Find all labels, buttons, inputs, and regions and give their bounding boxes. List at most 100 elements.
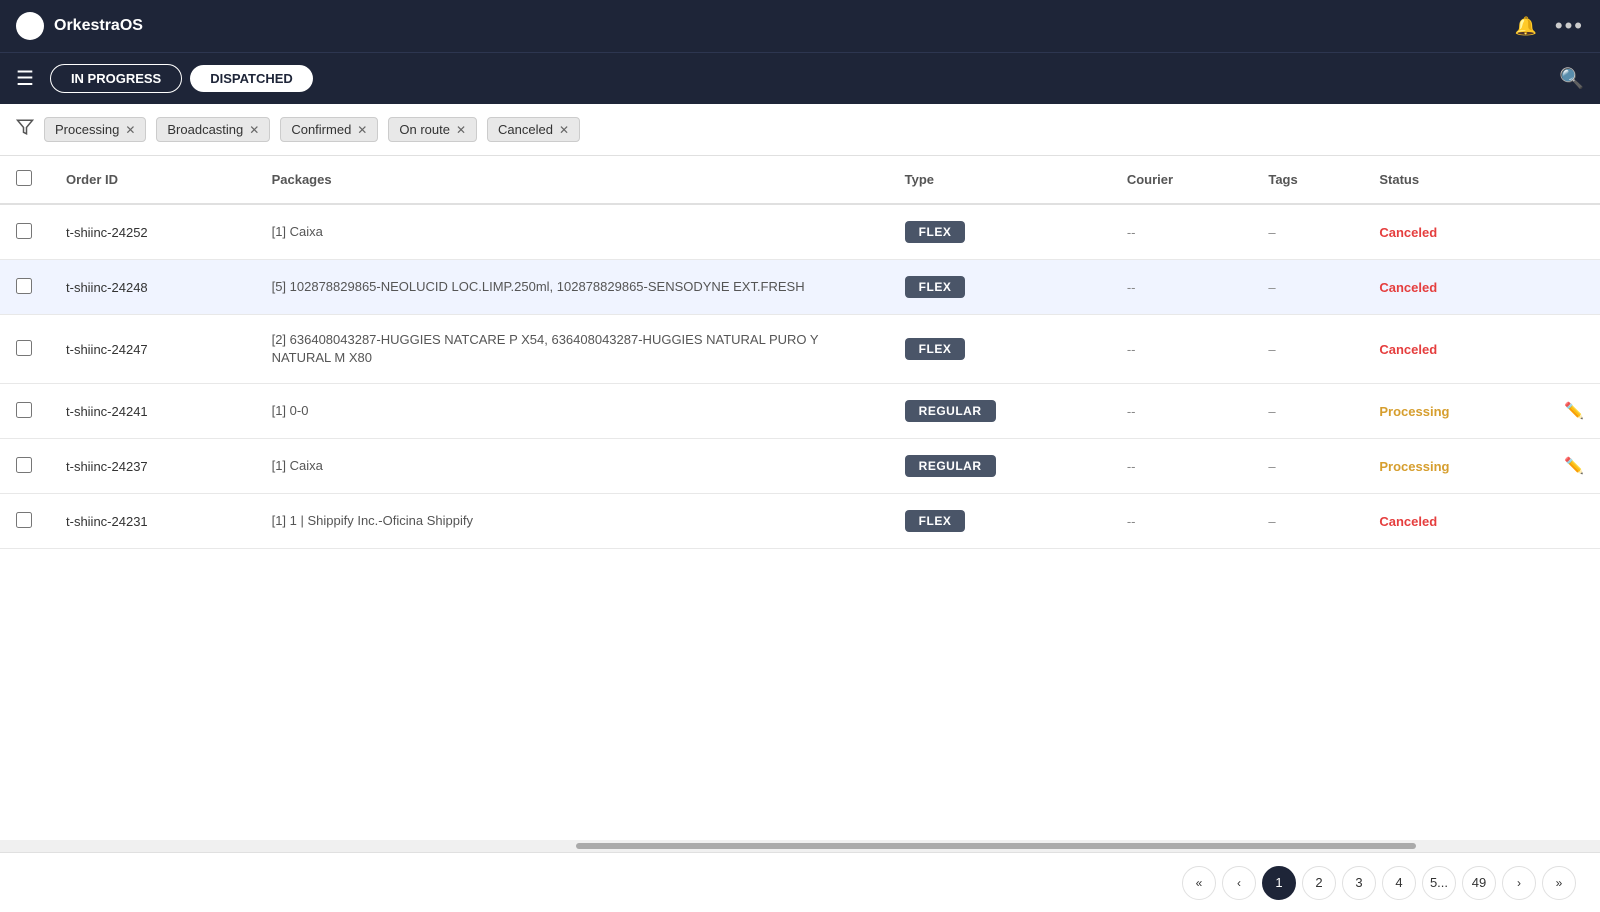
type-badge: FLEX bbox=[905, 221, 966, 243]
tags-cell: – bbox=[1252, 384, 1363, 439]
more-icon[interactable]: ••• bbox=[1555, 13, 1584, 39]
type-cell: FLEX bbox=[889, 494, 1111, 549]
scroll-thumb[interactable] bbox=[576, 843, 1416, 849]
orders-table: Order ID Packages Type Courier Tags Stat… bbox=[0, 156, 1600, 549]
row-checkbox[interactable] bbox=[16, 402, 32, 418]
row-checkbox-cell[interactable] bbox=[0, 494, 50, 549]
edit-cell[interactable]: ✏️ bbox=[1548, 384, 1600, 439]
prev-page-button[interactable]: ‹ bbox=[1222, 866, 1256, 900]
row-checkbox-cell[interactable] bbox=[0, 384, 50, 439]
filter-tag-processing-close[interactable]: ✕ bbox=[125, 123, 135, 137]
type-cell: REGULAR bbox=[889, 439, 1111, 494]
sub-nav-left: ☰ IN PROGRESS DISPATCHED bbox=[16, 64, 313, 93]
row-checkbox-cell[interactable] bbox=[0, 315, 50, 384]
table-row: t-shiinc-24248 [5] 102878829865-NEOLUCID… bbox=[0, 260, 1600, 315]
status-cell: Canceled bbox=[1363, 204, 1548, 260]
tab-in-progress[interactable]: IN PROGRESS bbox=[50, 64, 182, 93]
filter-tag-on-route-close[interactable]: ✕ bbox=[456, 123, 466, 137]
packages-cell: [2] 636408043287-HUGGIES NATCARE P X54, … bbox=[256, 315, 889, 384]
horizontal-scrollbar[interactable] bbox=[0, 840, 1600, 852]
row-checkbox[interactable] bbox=[16, 340, 32, 356]
page-1-button[interactable]: 1 bbox=[1262, 866, 1296, 900]
courier-cell: -- bbox=[1111, 439, 1253, 494]
orders-table-container: Order ID Packages Type Courier Tags Stat… bbox=[0, 156, 1600, 840]
tags-cell: – bbox=[1252, 494, 1363, 549]
menu-icon[interactable]: ☰ bbox=[16, 66, 34, 91]
row-checkbox-cell[interactable] bbox=[0, 260, 50, 315]
filter-tag-broadcasting[interactable]: Broadcasting ✕ bbox=[156, 117, 270, 142]
tab-dispatched[interactable]: DISPATCHED bbox=[190, 65, 313, 92]
row-checkbox[interactable] bbox=[16, 512, 32, 528]
filter-tag-canceled-close[interactable]: ✕ bbox=[559, 123, 569, 137]
next-page-button[interactable]: › bbox=[1502, 866, 1536, 900]
last-page-button[interactable]: » bbox=[1542, 866, 1576, 900]
header-packages: Packages bbox=[256, 156, 889, 204]
status-badge: Canceled bbox=[1379, 342, 1437, 357]
pagination-bar: « ‹ 1 2 3 4 5... 49 › » bbox=[0, 852, 1600, 912]
top-navigation: OrkestraOS 🔔 ••• bbox=[0, 0, 1600, 52]
status-badge: Processing bbox=[1379, 404, 1449, 419]
row-checkbox[interactable] bbox=[16, 223, 32, 239]
tags-cell: – bbox=[1252, 439, 1363, 494]
row-checkbox[interactable] bbox=[16, 457, 32, 473]
status-cell: Processing bbox=[1363, 384, 1548, 439]
type-badge: FLEX bbox=[905, 276, 966, 298]
select-all-checkbox[interactable] bbox=[16, 170, 32, 186]
courier-cell: -- bbox=[1111, 204, 1253, 260]
filter-tag-processing-label: Processing bbox=[55, 122, 119, 137]
filter-icon[interactable] bbox=[16, 118, 34, 141]
page-49-button[interactable]: 49 bbox=[1462, 866, 1496, 900]
first-page-button[interactable]: « bbox=[1182, 866, 1216, 900]
header-actions bbox=[1548, 156, 1600, 204]
type-cell: FLEX bbox=[889, 315, 1111, 384]
page-4-button[interactable]: 4 bbox=[1382, 866, 1416, 900]
row-checkbox-cell[interactable] bbox=[0, 439, 50, 494]
app-title: OrkestraOS bbox=[54, 17, 143, 35]
table-row: t-shiinc-24231 [1] 1 | Shippify Inc.-Ofi… bbox=[0, 494, 1600, 549]
edit-cell-empty bbox=[1548, 260, 1600, 315]
header-tags: Tags bbox=[1252, 156, 1363, 204]
order-id-cell: t-shiinc-24241 bbox=[50, 384, 256, 439]
filter-tag-canceled[interactable]: Canceled ✕ bbox=[487, 117, 580, 142]
filter-tag-on-route[interactable]: On route ✕ bbox=[388, 117, 477, 142]
header-type: Type bbox=[889, 156, 1111, 204]
status-cell: Canceled bbox=[1363, 494, 1548, 549]
status-badge: Canceled bbox=[1379, 280, 1437, 295]
bell-icon[interactable]: 🔔 bbox=[1514, 16, 1536, 37]
type-cell: FLEX bbox=[889, 260, 1111, 315]
header-status: Status bbox=[1363, 156, 1548, 204]
order-id-cell: t-shiinc-24231 bbox=[50, 494, 256, 549]
filter-tag-confirmed[interactable]: Confirmed ✕ bbox=[280, 117, 378, 142]
edit-cell-empty bbox=[1548, 494, 1600, 549]
courier-cell: -- bbox=[1111, 260, 1253, 315]
filter-tag-confirmed-close[interactable]: ✕ bbox=[357, 123, 367, 137]
search-icon[interactable]: 🔍 bbox=[1559, 66, 1584, 91]
edit-icon[interactable]: ✏️ bbox=[1564, 458, 1584, 475]
tags-cell: – bbox=[1252, 315, 1363, 384]
filter-tag-broadcasting-close[interactable]: ✕ bbox=[249, 123, 259, 137]
filter-tag-confirmed-label: Confirmed bbox=[291, 122, 351, 137]
sub-navigation: ☰ IN PROGRESS DISPATCHED 🔍 bbox=[0, 52, 1600, 104]
app-logo bbox=[16, 12, 44, 40]
edit-cell-empty bbox=[1548, 315, 1600, 384]
status-cell: Processing bbox=[1363, 439, 1548, 494]
packages-cell: [1] Caixa bbox=[256, 439, 889, 494]
packages-cell: [5] 102878829865-NEOLUCID LOC.LIMP.250ml… bbox=[256, 260, 889, 315]
order-id-cell: t-shiinc-24252 bbox=[50, 204, 256, 260]
edit-cell[interactable]: ✏️ bbox=[1548, 439, 1600, 494]
status-badge: Processing bbox=[1379, 459, 1449, 474]
type-cell: REGULAR bbox=[889, 384, 1111, 439]
filter-tag-processing[interactable]: Processing ✕ bbox=[44, 117, 146, 142]
edit-icon[interactable]: ✏️ bbox=[1564, 403, 1584, 420]
page-ellipsis-button[interactable]: 5... bbox=[1422, 866, 1456, 900]
filter-bar: Processing ✕ Broadcasting ✕ Confirmed ✕ … bbox=[0, 104, 1600, 156]
row-checkbox[interactable] bbox=[16, 278, 32, 294]
table-row: t-shiinc-24252 [1] Caixa FLEX -- – Cance… bbox=[0, 204, 1600, 260]
courier-cell: -- bbox=[1111, 315, 1253, 384]
row-checkbox-cell[interactable] bbox=[0, 204, 50, 260]
type-badge: FLEX bbox=[905, 338, 966, 360]
page-2-button[interactable]: 2 bbox=[1302, 866, 1336, 900]
page-3-button[interactable]: 3 bbox=[1342, 866, 1376, 900]
tags-cell: – bbox=[1252, 204, 1363, 260]
edit-cell-empty bbox=[1548, 204, 1600, 260]
